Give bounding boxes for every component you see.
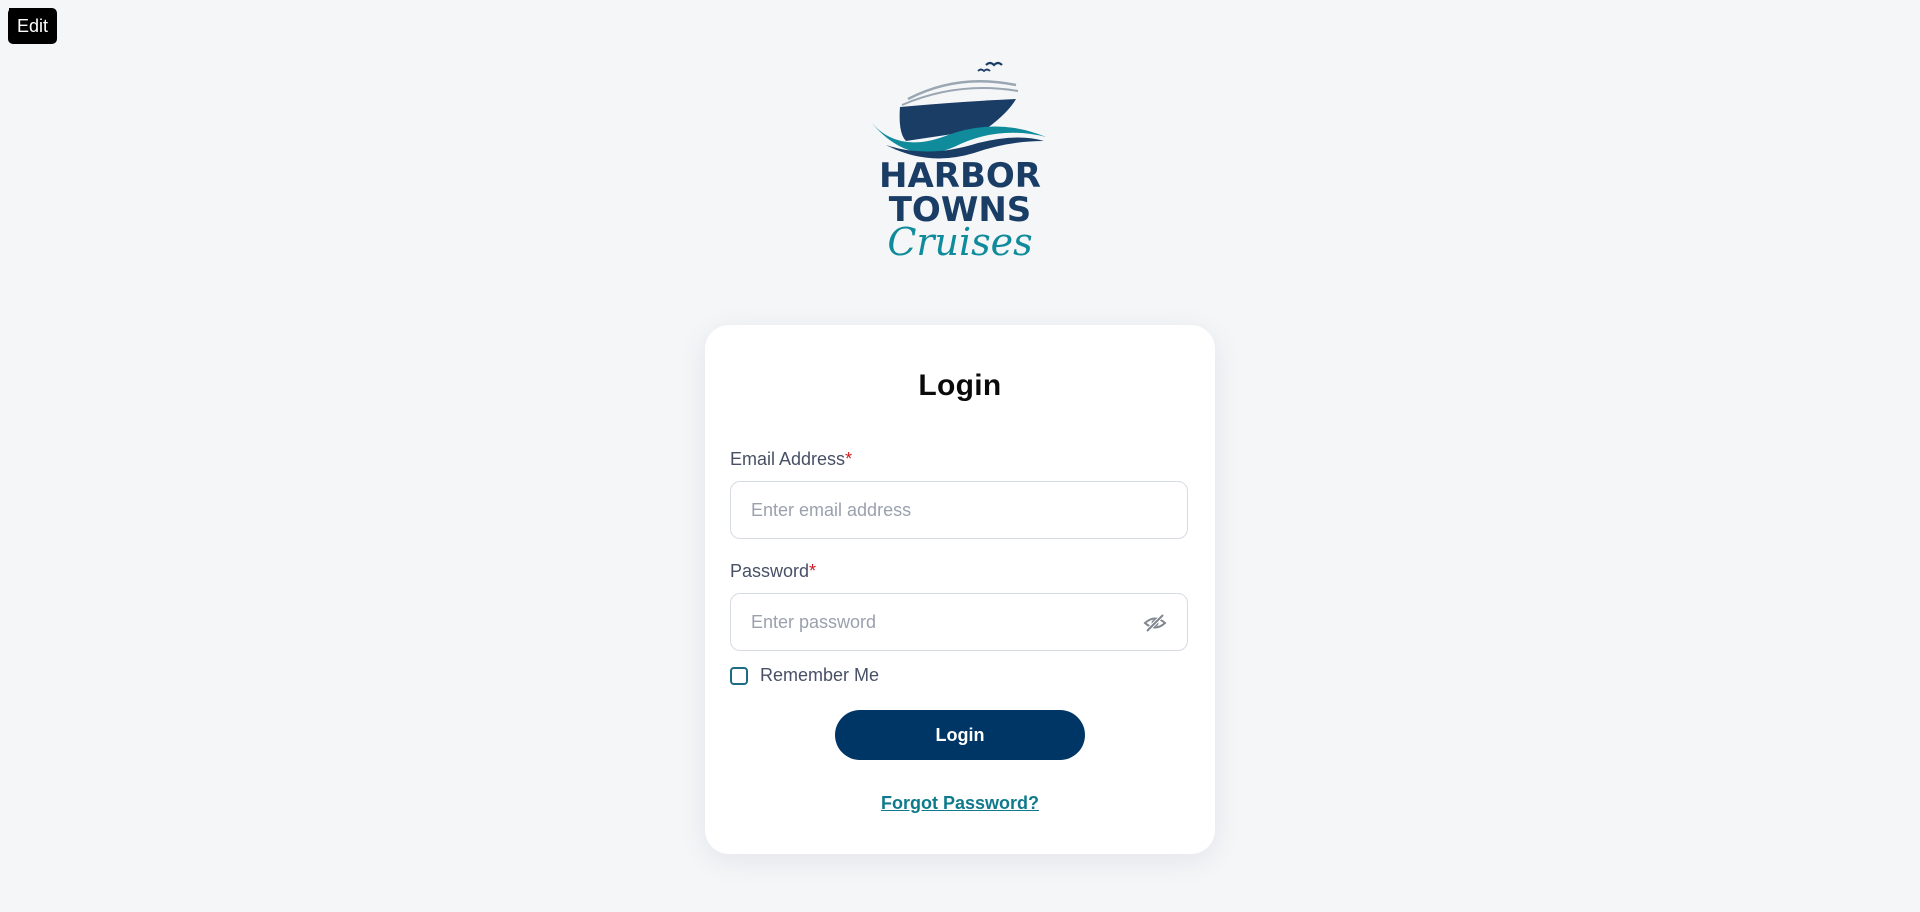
remember-me-label[interactable]: Remember Me	[760, 665, 879, 686]
email-label-text: Email Address	[730, 449, 846, 469]
eye-slash-icon[interactable]	[1143, 611, 1167, 635]
login-page: Edit HARBOR TOWNS Cruises Login Email Ad…	[0, 0, 1920, 912]
email-input[interactable]	[731, 482, 1187, 538]
forgot-password-link[interactable]: Forgot Password?	[881, 793, 1039, 813]
login-title: Login	[918, 369, 1002, 402]
password-input[interactable]	[731, 594, 1187, 650]
login-button[interactable]: Login	[835, 710, 1085, 760]
remember-me-checkbox[interactable]	[730, 666, 748, 685]
login-card: Login Email Address* Password* Remember …	[705, 325, 1215, 854]
required-mark: *	[809, 561, 817, 581]
forgot-password-row: Forgot Password?	[705, 793, 1215, 814]
password-label-text: Password	[730, 561, 810, 581]
seagull-icon	[977, 68, 991, 73]
password-label: Password*	[730, 561, 816, 582]
required-mark: *	[845, 449, 853, 469]
edit-tooltip[interactable]: Edit	[8, 8, 58, 44]
logo-text-cruises: Cruises	[887, 220, 1032, 264]
remember-me-row[interactable]: Remember Me	[730, 665, 879, 686]
seagull-icon	[985, 61, 1003, 67]
harbor-towns-cruises-logo: HARBOR TOWNS Cruises	[870, 61, 1046, 264]
email-field-wrapper	[730, 481, 1188, 539]
email-label: Email Address*	[730, 449, 852, 470]
edit-tooltip-label: Edit	[17, 16, 49, 36]
password-field-wrapper	[730, 593, 1188, 651]
